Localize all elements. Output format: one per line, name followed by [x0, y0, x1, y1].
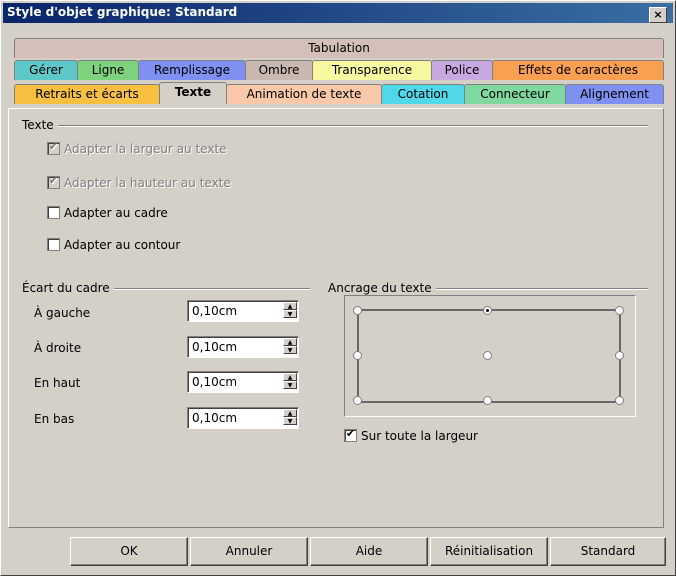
tab-effets-caracteres[interactable]: Effets de caractères	[492, 60, 664, 80]
close-button[interactable]: ×	[649, 7, 667, 23]
texte-group-line	[22, 125, 648, 127]
check-icon: ✔	[48, 140, 59, 153]
anchor-top-center[interactable]	[483, 306, 492, 315]
gauche-label: À gauche	[34, 306, 91, 320]
droite-value: 0,10cm	[192, 340, 238, 354]
adapter-hauteur-label: Adapter la hauteur au texte	[64, 176, 231, 190]
cancel-button[interactable]: Annuler	[190, 537, 308, 566]
tab-transparence[interactable]: Transparence	[312, 60, 432, 80]
anchor-bottom-left[interactable]	[353, 396, 362, 405]
anchor-top-right[interactable]	[615, 306, 624, 315]
ancrage-group-label: Ancrage du texte	[328, 281, 436, 295]
full-width-label[interactable]: Sur toute la largeur	[361, 429, 478, 443]
adapter-largeur-checkbox[interactable]: ✔	[47, 140, 60, 155]
gauche-value: 0,10cm	[192, 304, 238, 318]
adapter-contour-checkbox[interactable]	[47, 238, 60, 251]
ok-button[interactable]: OK	[70, 537, 188, 566]
anchor-center[interactable]	[483, 351, 492, 360]
reset-button[interactable]: Réinitialisation	[430, 537, 548, 566]
tab-tabulation[interactable]: Tabulation	[14, 38, 664, 58]
anchor-middle-left[interactable]	[353, 351, 362, 360]
tab-gerer[interactable]: Gérer	[14, 60, 78, 80]
full-width-checkbox[interactable]: ✔	[344, 427, 357, 442]
tab-ligne[interactable]: Ligne	[77, 60, 139, 80]
spin-up-icon[interactable]: ▲	[283, 338, 297, 346]
haut-label: En haut	[34, 376, 81, 390]
tab-ombre[interactable]: Ombre	[245, 60, 313, 80]
adapter-cadre-checkbox[interactable]	[47, 206, 60, 219]
title-bar[interactable]: Style d'objet graphique: Standard ×	[3, 3, 673, 23]
spin-down-icon[interactable]: ▼	[283, 417, 297, 425]
ecart-group-label: Écart du cadre	[22, 281, 114, 295]
haut-value: 0,10cm	[192, 375, 238, 389]
bas-input[interactable]: 0,10cm ▲ ▼	[187, 407, 299, 429]
adapter-largeur-label: Adapter la largeur au texte	[64, 142, 227, 156]
anchor-top-left[interactable]	[353, 306, 362, 315]
adapter-hauteur-checkbox[interactable]: ✔	[47, 174, 60, 189]
haut-input[interactable]: 0,10cm ▲ ▼	[187, 371, 299, 393]
haut-spinner[interactable]: ▲ ▼	[283, 373, 297, 391]
tab-animation-texte[interactable]: Animation de texte	[226, 84, 382, 104]
tab-alignement[interactable]: Alignement	[565, 84, 664, 104]
anchor-bottom-center[interactable]	[483, 396, 492, 405]
tab-retraits-ecarts[interactable]: Retraits et écarts	[14, 84, 160, 104]
droite-spinner[interactable]: ▲ ▼	[283, 338, 297, 356]
droite-input[interactable]: 0,10cm ▲ ▼	[187, 336, 299, 358]
spin-up-icon[interactable]: ▲	[283, 302, 297, 310]
spin-down-icon[interactable]: ▼	[283, 381, 297, 389]
help-button[interactable]: Aide	[310, 537, 428, 566]
standard-button[interactable]: Standard	[550, 537, 666, 566]
bas-value: 0,10cm	[192, 411, 238, 425]
tab-police[interactable]: Police	[431, 60, 493, 80]
check-icon: ✔	[345, 427, 356, 440]
adapter-cadre-label[interactable]: Adapter au cadre	[64, 206, 168, 220]
gauche-spinner[interactable]: ▲ ▼	[283, 302, 297, 320]
bas-label: En bas	[34, 412, 75, 426]
window-title: Style d'objet graphique: Standard	[7, 5, 238, 19]
adapter-contour-label[interactable]: Adapter au contour	[64, 238, 180, 252]
tab-texte[interactable]: Texte	[159, 82, 227, 104]
anchor-middle-right[interactable]	[615, 351, 624, 360]
tab-cotation[interactable]: Cotation	[381, 84, 465, 104]
droite-label: À droite	[34, 341, 82, 355]
spin-down-icon[interactable]: ▼	[283, 310, 297, 318]
bas-spinner[interactable]: ▲ ▼	[283, 409, 297, 427]
anchor-selector[interactable]	[344, 295, 636, 417]
anchor-bottom-right[interactable]	[615, 396, 624, 405]
gauche-input[interactable]: 0,10cm ▲ ▼	[187, 300, 299, 322]
check-icon: ✔	[48, 174, 59, 187]
tab-remplissage[interactable]: Remplissage	[138, 60, 246, 80]
spin-up-icon[interactable]: ▲	[283, 409, 297, 417]
spin-up-icon[interactable]: ▲	[283, 373, 297, 381]
texte-group-label: Texte	[22, 118, 58, 132]
tab-connecteur[interactable]: Connecteur	[464, 84, 566, 104]
spin-down-icon[interactable]: ▼	[283, 346, 297, 354]
